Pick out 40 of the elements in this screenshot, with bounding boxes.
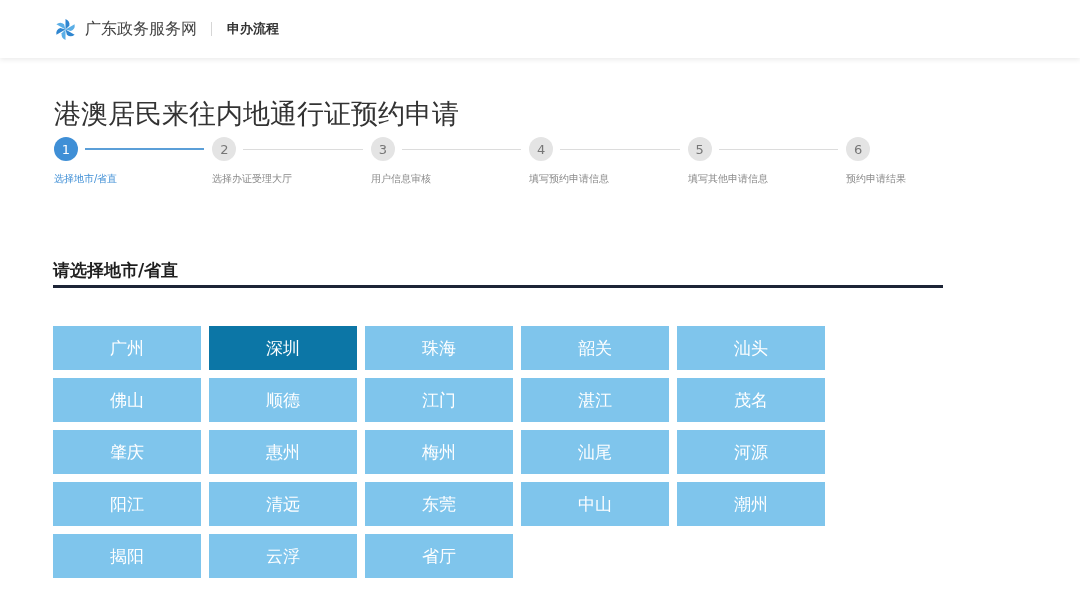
step-number: 6 <box>846 137 871 161</box>
city-button[interactable]: 云浮 <box>209 534 357 578</box>
step-number: 3 <box>370 137 395 161</box>
step-label: 选择地市/省直 <box>54 172 118 186</box>
step-label: 填写其他申请信息 <box>687 172 768 186</box>
page-title: 港澳居民来往内地通行证预约申请 <box>54 97 459 131</box>
step-label: 预约申请结果 <box>846 172 907 186</box>
city-button[interactable]: 佛山 <box>53 378 201 422</box>
step-number: 4 <box>529 137 554 161</box>
section-title: 申办流程 <box>227 20 279 38</box>
city-button[interactable]: 惠州 <box>209 430 357 474</box>
city-button[interactable]: 韶关 <box>521 326 669 370</box>
step-label: 填写预约申请信息 <box>529 172 610 186</box>
city-button[interactable]: 揭阳 <box>53 534 201 578</box>
city-button[interactable]: 阳江 <box>53 482 201 526</box>
city-button[interactable]: 茂名 <box>677 378 825 422</box>
city-button[interactable]: 潮州 <box>677 482 825 526</box>
step-label: 选择办证受理大厅 <box>212 172 293 186</box>
city-button[interactable]: 省厅 <box>365 534 513 578</box>
city-button[interactable]: 汕尾 <box>521 430 669 474</box>
step-number: 1 <box>54 137 78 161</box>
pinwheel-logo-icon <box>54 17 77 41</box>
city-button[interactable]: 顺德 <box>209 378 357 422</box>
city-button[interactable]: 河源 <box>677 430 825 474</box>
step-label: 用户信息审核 <box>370 172 431 186</box>
city-button[interactable]: 东莞 <box>365 482 513 526</box>
city-button[interactable]: 汕头 <box>677 326 825 370</box>
city-button[interactable]: 珠海 <box>365 326 513 370</box>
city-button[interactable]: 梅州 <box>365 430 513 474</box>
city-button[interactable]: 深圳 <box>209 326 357 370</box>
city-button[interactable]: 清远 <box>209 482 357 526</box>
city-button[interactable]: 肇庆 <box>53 430 201 474</box>
site-name[interactable]: 广东政务服务网 <box>85 19 197 39</box>
city-button[interactable]: 广州 <box>53 326 201 370</box>
city-button[interactable]: 江门 <box>365 378 513 422</box>
city-button[interactable]: 中山 <box>521 482 669 526</box>
city-button[interactable]: 湛江 <box>521 378 669 422</box>
step-number: 2 <box>212 137 237 161</box>
section-heading: 请选择地市/省直 <box>53 259 179 282</box>
step-number: 5 <box>687 137 712 161</box>
